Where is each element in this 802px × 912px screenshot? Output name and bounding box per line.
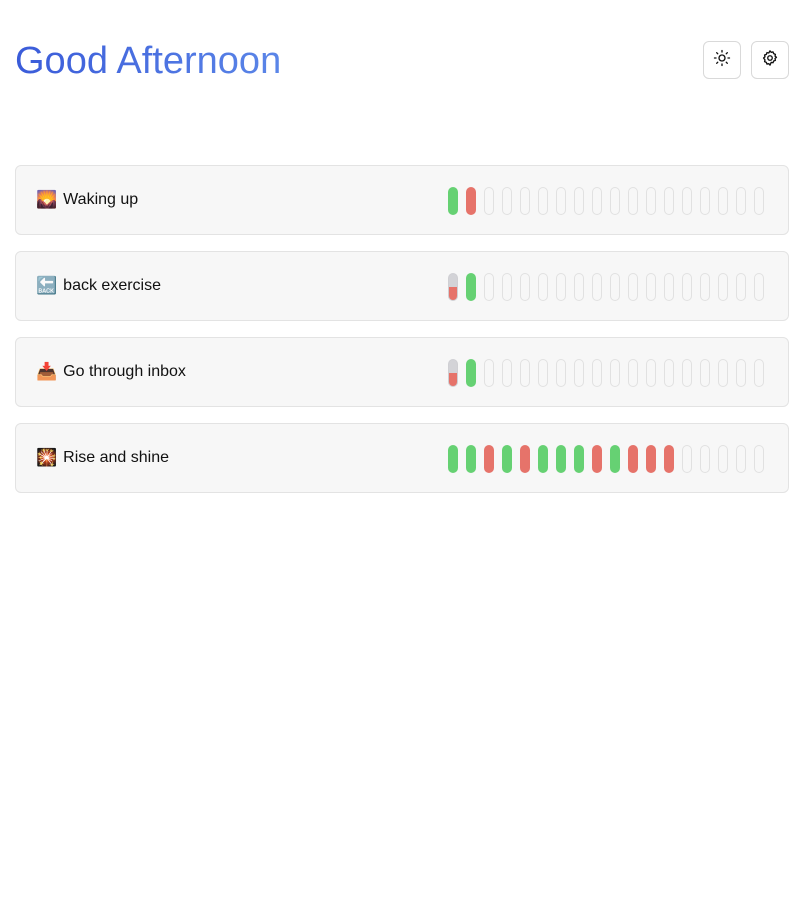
day-cell-done[interactable] xyxy=(466,359,476,387)
day-cell-empty[interactable] xyxy=(736,445,746,473)
day-cell-empty[interactable] xyxy=(592,187,602,215)
day-cell-empty[interactable] xyxy=(610,273,620,301)
habit-row[interactable]: 🔙 back exercise xyxy=(15,251,789,321)
day-cell-empty[interactable] xyxy=(484,187,494,215)
day-cell-empty[interactable] xyxy=(718,273,728,301)
habit-label: 🎇 Rise and shine xyxy=(36,424,169,492)
day-cell-missed[interactable] xyxy=(628,445,638,473)
sun-icon xyxy=(713,49,731,72)
day-cell-done[interactable] xyxy=(502,445,512,473)
day-cell-empty[interactable] xyxy=(520,359,530,387)
day-cell-done[interactable] xyxy=(610,445,620,473)
settings-button[interactable] xyxy=(751,41,789,79)
day-cell-empty[interactable] xyxy=(664,359,674,387)
day-cell-empty[interactable] xyxy=(718,445,728,473)
day-cell-empty[interactable] xyxy=(538,359,548,387)
day-cell-empty[interactable] xyxy=(682,445,692,473)
day-cell-empty[interactable] xyxy=(754,187,764,215)
day-cell-empty[interactable] xyxy=(556,187,566,215)
gear-icon xyxy=(761,49,779,72)
habit-label: 🌄 Waking up xyxy=(36,166,138,234)
day-cell-empty[interactable] xyxy=(646,359,656,387)
day-cell-empty[interactable] xyxy=(700,187,710,215)
day-cell-empty[interactable] xyxy=(682,273,692,301)
habit-name: Rise and shine xyxy=(63,449,170,466)
habit-emoji-icon: 🎇 xyxy=(36,448,58,468)
day-cell-done[interactable] xyxy=(466,445,476,473)
day-cell-empty[interactable] xyxy=(502,359,512,387)
habit-row[interactable]: 🌄 Waking up xyxy=(15,165,789,235)
theme-toggle-button[interactable] xyxy=(703,41,741,79)
day-cell-empty[interactable] xyxy=(574,187,584,215)
day-cell-empty[interactable] xyxy=(700,359,710,387)
habit-day-cells xyxy=(448,359,764,387)
day-cell-empty[interactable] xyxy=(664,273,674,301)
habit-row[interactable]: 🎇 Rise and shine xyxy=(15,423,789,493)
habit-row[interactable]: 📥 Go through inbox xyxy=(15,337,789,407)
day-cell-done[interactable] xyxy=(556,445,566,473)
day-cell-empty[interactable] xyxy=(610,187,620,215)
day-cell-empty[interactable] xyxy=(484,359,494,387)
habit-list: 🌄 Waking up 🔙 back exercise 📥 Go through inbo… xyxy=(15,165,789,509)
day-cell-missed[interactable] xyxy=(664,445,674,473)
day-cell-empty[interactable] xyxy=(682,359,692,387)
day-cell-empty[interactable] xyxy=(754,273,764,301)
day-cell-empty[interactable] xyxy=(574,273,584,301)
day-cell-empty[interactable] xyxy=(520,187,530,215)
day-cell-missed[interactable] xyxy=(646,445,656,473)
day-cell-empty[interactable] xyxy=(736,187,746,215)
day-cell-empty[interactable] xyxy=(592,273,602,301)
day-cell-done[interactable] xyxy=(538,445,548,473)
habit-label: 🔙 back exercise xyxy=(36,252,161,320)
day-cell-empty[interactable] xyxy=(556,359,566,387)
day-cell-missed[interactable] xyxy=(520,445,530,473)
day-cell-empty[interactable] xyxy=(520,273,530,301)
day-cell-empty[interactable] xyxy=(700,273,710,301)
day-cell-empty[interactable] xyxy=(574,359,584,387)
habit-emoji-icon: 🌄 xyxy=(36,190,58,210)
habit-label: 📥 Go through inbox xyxy=(36,338,186,406)
habit-day-cells xyxy=(448,273,764,301)
habit-day-cells xyxy=(448,445,764,473)
day-cell-empty[interactable] xyxy=(754,445,764,473)
day-cell-empty[interactable] xyxy=(754,359,764,387)
day-cell-empty[interactable] xyxy=(646,187,656,215)
day-cell-empty[interactable] xyxy=(646,273,656,301)
day-cell-empty[interactable] xyxy=(664,187,674,215)
day-cell-done[interactable] xyxy=(448,187,458,215)
day-cell-empty[interactable] xyxy=(628,359,638,387)
day-cell-empty[interactable] xyxy=(628,273,638,301)
day-cell-empty[interactable] xyxy=(484,273,494,301)
day-cell-empty[interactable] xyxy=(610,359,620,387)
day-cell-empty[interactable] xyxy=(502,187,512,215)
day-cell-missed[interactable] xyxy=(484,445,494,473)
day-cell-empty[interactable] xyxy=(736,359,746,387)
day-cell-missed[interactable] xyxy=(592,445,602,473)
day-cell-missed[interactable] xyxy=(466,187,476,215)
habit-name: Go through inbox xyxy=(63,363,186,380)
day-cell-done[interactable] xyxy=(466,273,476,301)
habit-day-cells xyxy=(448,187,764,215)
day-cell-empty[interactable] xyxy=(718,187,728,215)
day-cell-done[interactable] xyxy=(448,445,458,473)
day-cell-empty[interactable] xyxy=(538,187,548,215)
day-cell-empty[interactable] xyxy=(736,273,746,301)
page-title: Good Afternoon xyxy=(15,40,282,82)
habit-name: back exercise xyxy=(63,277,161,294)
habit-emoji-icon: 📥 xyxy=(36,362,58,382)
day-cell-empty[interactable] xyxy=(682,187,692,215)
day-cell-done[interactable] xyxy=(574,445,584,473)
day-cell-partial[interactable] xyxy=(448,273,458,301)
day-cell-empty[interactable] xyxy=(556,273,566,301)
habit-emoji-icon: 🔙 xyxy=(36,276,58,296)
day-cell-partial[interactable] xyxy=(448,359,458,387)
day-cell-empty[interactable] xyxy=(718,359,728,387)
habit-name: Waking up xyxy=(63,191,139,208)
day-cell-empty[interactable] xyxy=(592,359,602,387)
day-cell-empty[interactable] xyxy=(628,187,638,215)
day-cell-empty[interactable] xyxy=(538,273,548,301)
header: Good Afternoon xyxy=(15,38,789,84)
day-cell-empty[interactable] xyxy=(502,273,512,301)
day-cell-empty[interactable] xyxy=(700,445,710,473)
